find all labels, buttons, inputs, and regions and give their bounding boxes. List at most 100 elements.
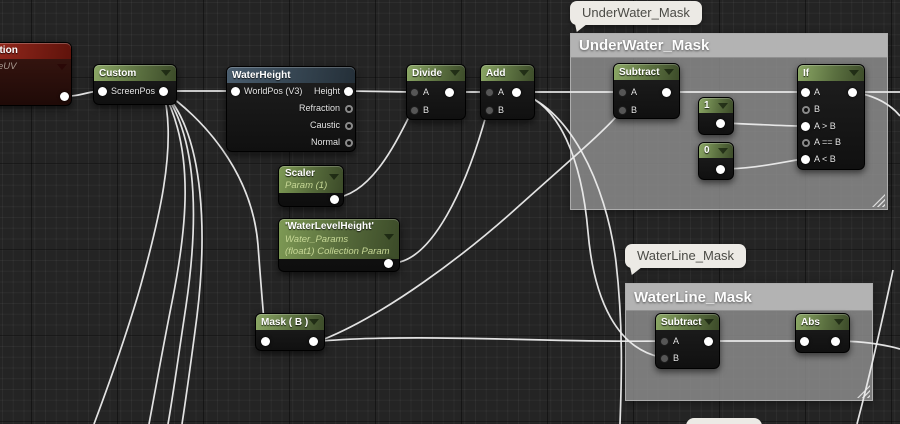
output-pin[interactable]: [345, 122, 353, 130]
node-title: Add: [486, 68, 505, 79]
output-pin[interactable]: [330, 195, 339, 204]
pin-label: B: [631, 105, 637, 115]
node-title: Subtract: [619, 67, 660, 78]
input-pin-b[interactable]: [410, 106, 419, 115]
chevron-down-icon[interactable]: [161, 70, 171, 76]
tooltip-waterline-mask: WaterLine_Mask: [625, 244, 746, 268]
tooltip-underwater-mask: UnderWater_Mask: [570, 1, 702, 25]
node-scaler-param[interactable]: Scaler Param (1): [278, 165, 344, 207]
input-pin-a[interactable]: [410, 88, 419, 97]
chevron-down-icon[interactable]: [718, 103, 728, 109]
output-pin[interactable]: [716, 119, 725, 128]
input-pin-b[interactable]: [660, 354, 669, 363]
node-subtract-underwater[interactable]: Subtract A B: [613, 63, 680, 119]
chevron-down-icon[interactable]: [849, 70, 859, 76]
pin-label: Refraction: [299, 103, 340, 113]
output-pin[interactable]: [344, 87, 353, 96]
material-graph-canvas[interactable]: UnderWater_Mask WaterLine_Mask: [0, 0, 900, 424]
node-header[interactable]: If: [798, 65, 864, 81]
node-title: If: [803, 68, 809, 79]
pin-label: A: [814, 87, 820, 97]
output-pin[interactable]: [384, 259, 393, 268]
node-title: Abs: [801, 317, 820, 328]
node-header[interactable]: Mask ( B ): [256, 314, 324, 330]
output-pin[interactable]: [309, 337, 318, 346]
pin-label: B: [814, 104, 820, 114]
output-pin[interactable]: [445, 88, 454, 97]
input-pin-a[interactable]: [618, 88, 627, 97]
node-constant-one[interactable]: 1: [698, 97, 734, 135]
node-header[interactable]: Abs: [796, 314, 849, 330]
chevron-down-icon[interactable]: [384, 234, 394, 240]
pin-label: Normal: [311, 137, 340, 147]
node-water-level-height-param[interactable]: 'WaterLevelHeight' Water_Params (float1)…: [278, 218, 400, 272]
input-pin-b[interactable]: [802, 106, 810, 114]
node-subtitle: Water_Params: [285, 234, 348, 245]
output-pin[interactable]: [60, 92, 69, 101]
node-header[interactable]: WaterHeight: [227, 67, 355, 83]
chevron-down-icon[interactable]: [450, 70, 460, 76]
input-pin[interactable]: [261, 337, 270, 346]
node-constant-zero[interactable]: 0: [698, 142, 734, 180]
comment-resize-handle[interactable]: [857, 385, 870, 398]
node-title: Divide: [412, 68, 442, 79]
node-subtract-waterline[interactable]: Subtract A B: [655, 313, 720, 369]
input-pin-a[interactable]: [660, 337, 669, 346]
node-divide[interactable]: Divide A B: [406, 64, 466, 120]
output-pin[interactable]: [512, 88, 521, 97]
comment-header[interactable]: WaterLine_Mask: [626, 284, 872, 311]
node-title: Custom: [99, 68, 136, 79]
output-pin[interactable]: [345, 105, 353, 113]
input-pin-b[interactable]: [485, 106, 494, 115]
pin-label: Caustic: [310, 120, 340, 130]
node-if[interactable]: If A B A > B A == B A < B: [797, 64, 865, 170]
input-pin-a[interactable]: [801, 88, 810, 97]
input-pin-b[interactable]: [618, 106, 627, 115]
input-pin-a-less-b[interactable]: [801, 155, 810, 164]
comment-resize-handle[interactable]: [872, 194, 885, 207]
input-pin-a-greater-b[interactable]: [801, 122, 810, 131]
node-title: ScreenPosition: [0, 43, 71, 59]
node-header[interactable]: Subtract: [656, 314, 719, 330]
output-pin[interactable]: [848, 88, 857, 97]
chevron-down-icon[interactable]: [309, 319, 319, 325]
input-pin[interactable]: [800, 337, 809, 346]
chevron-down-icon[interactable]: [834, 319, 844, 325]
node-header[interactable]: Add: [481, 65, 534, 81]
node-header[interactable]: Subtract: [614, 64, 679, 80]
input-pin[interactable]: [231, 87, 240, 96]
output-pin[interactable]: [831, 337, 840, 346]
chevron-down-icon[interactable]: [519, 70, 529, 76]
node-subtitle: Param (1): [285, 180, 327, 191]
chevron-down-icon[interactable]: [57, 64, 67, 70]
node-header[interactable]: Custom: [94, 65, 176, 81]
node-water-height[interactable]: WaterHeight WorldPos (V3) Height Refract…: [226, 66, 356, 152]
chevron-down-icon[interactable]: [664, 69, 674, 75]
node-add[interactable]: Add A B: [480, 64, 535, 120]
pin-label: A == B: [814, 137, 841, 147]
node-header[interactable]: Divide: [407, 65, 465, 81]
pin-label: A: [423, 87, 429, 97]
output-pin[interactable]: [159, 87, 168, 96]
input-pin-a[interactable]: [485, 88, 494, 97]
pin-label: Height: [314, 86, 340, 96]
node-title: 0: [704, 145, 710, 156]
output-pin[interactable]: [716, 165, 725, 174]
chevron-down-icon[interactable]: [718, 148, 728, 154]
output-pin[interactable]: [704, 337, 713, 346]
node-title: Scaler: [285, 168, 315, 179]
chevron-down-icon[interactable]: [704, 319, 714, 325]
node-screen-position[interactable]: ScreenPosition SceneTextureUV Input Data: [0, 42, 72, 106]
node-custom[interactable]: Custom ScreenPos: [93, 64, 177, 105]
comment-header[interactable]: UnderWater_Mask: [571, 34, 887, 58]
input-pin-a-equals-b[interactable]: [802, 139, 810, 147]
pin-label: A > B: [814, 121, 836, 131]
node-mask-b[interactable]: Mask ( B ): [255, 313, 325, 351]
node-header[interactable]: 1: [699, 98, 733, 113]
chevron-down-icon[interactable]: [329, 174, 339, 180]
node-header[interactable]: 0: [699, 143, 733, 158]
node-abs[interactable]: Abs: [795, 313, 850, 353]
output-pin[interactable]: [345, 139, 353, 147]
output-pin[interactable]: [662, 88, 671, 97]
input-pin[interactable]: [98, 87, 107, 96]
